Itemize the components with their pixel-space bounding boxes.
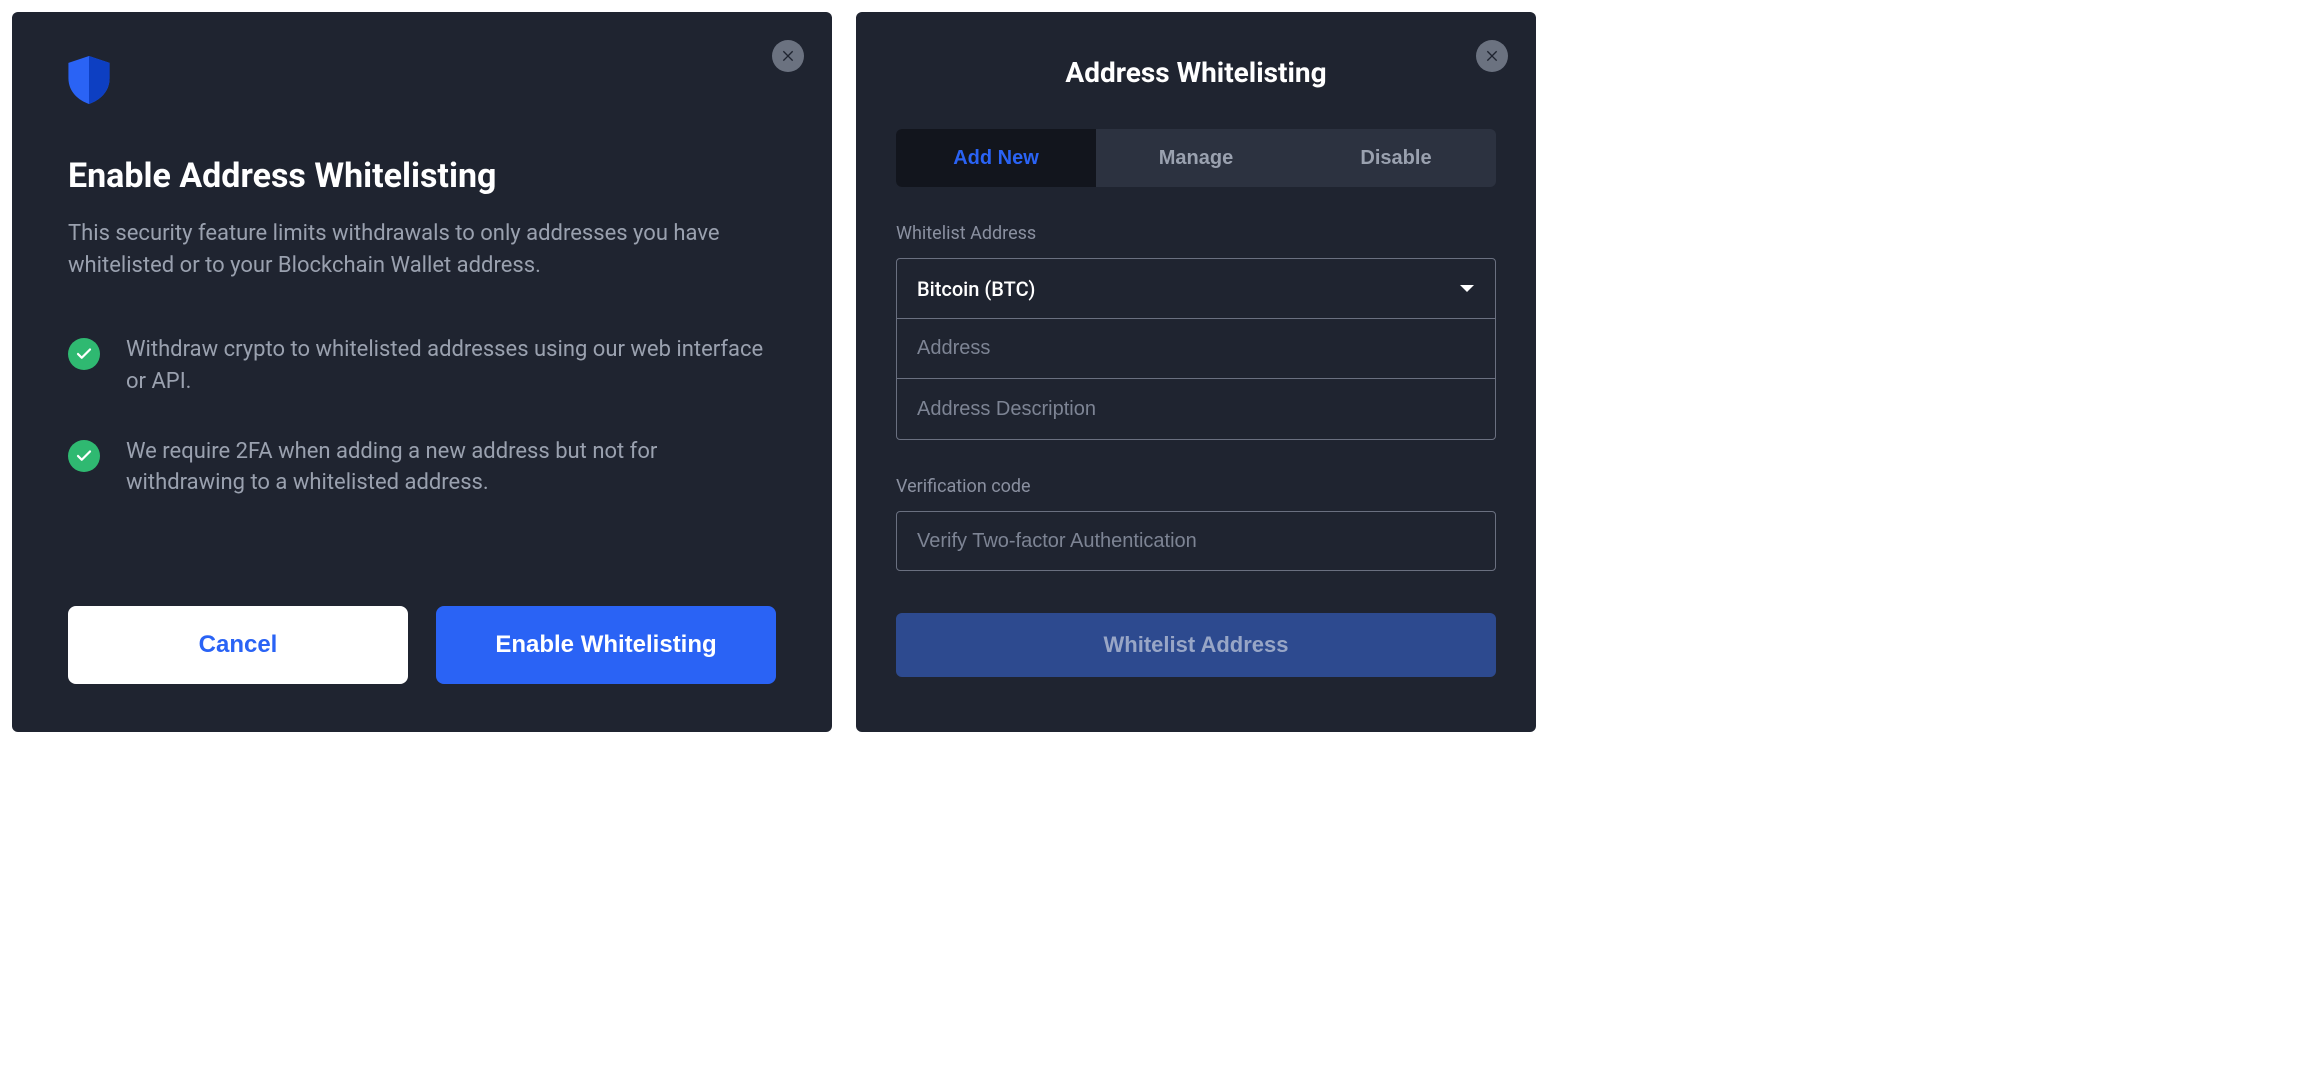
enable-whitelisting-dialog: Enable Address Whitelisting This securit…	[12, 12, 832, 732]
bullet-list: Withdraw crypto to whitelisted addresses…	[68, 334, 776, 500]
bullet-item: We require 2FA when adding a new address…	[68, 436, 776, 500]
dialog-actions: Cancel Enable Whitelisting	[68, 606, 776, 684]
verification-code-input[interactable]	[896, 511, 1496, 571]
currency-selected-value: Bitcoin (BTC)	[917, 277, 1035, 301]
address-input[interactable]	[897, 319, 1495, 379]
dialog-title: Address Whitelisting	[896, 56, 1496, 89]
cancel-button[interactable]: Cancel	[68, 606, 408, 684]
address-whitelisting-dialog: Address Whitelisting Add New Manage Disa…	[856, 12, 1536, 732]
currency-select[interactable]: Bitcoin (BTC)	[897, 259, 1495, 319]
close-button[interactable]	[1476, 40, 1508, 72]
tab-add-new[interactable]: Add New	[896, 129, 1096, 187]
enable-whitelisting-button[interactable]: Enable Whitelisting	[436, 606, 776, 684]
whitelist-input-group: Bitcoin (BTC)	[896, 258, 1496, 440]
bullet-text: Withdraw crypto to whitelisted addresses…	[126, 334, 776, 398]
bullet-item: Withdraw crypto to whitelisted addresses…	[68, 334, 776, 398]
shield-icon	[68, 56, 776, 108]
close-button[interactable]	[772, 40, 804, 72]
close-icon	[780, 47, 796, 66]
chevron-down-icon	[1459, 279, 1475, 298]
close-icon	[1484, 47, 1500, 66]
bullet-text: We require 2FA when adding a new address…	[126, 436, 776, 500]
tab-manage[interactable]: Manage	[1096, 129, 1296, 187]
check-icon	[68, 338, 100, 370]
verification-code-label: Verification code	[896, 476, 1496, 497]
tab-bar: Add New Manage Disable	[896, 129, 1496, 187]
whitelist-address-label: Whitelist Address	[896, 223, 1496, 244]
dialog-description: This security feature limits withdrawals…	[68, 218, 776, 282]
whitelist-address-button[interactable]: Whitelist Address	[896, 613, 1496, 677]
dialog-title: Enable Address Whitelisting	[68, 156, 776, 196]
tab-disable[interactable]: Disable	[1296, 129, 1496, 187]
check-icon	[68, 440, 100, 472]
address-description-input[interactable]	[897, 379, 1495, 439]
